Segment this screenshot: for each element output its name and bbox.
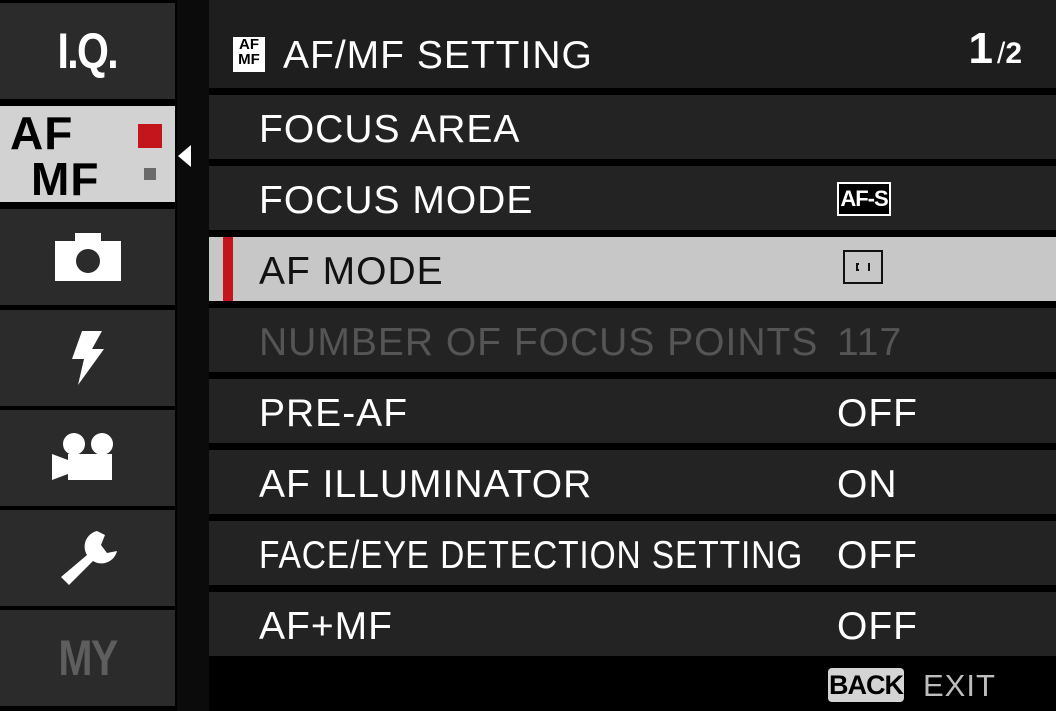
exit-label: EXIT — [923, 668, 996, 703]
tab-movie[interactable] — [0, 410, 175, 506]
menu-item-focus-area[interactable]: FOCUS AREA — [209, 95, 1056, 159]
single-point-af-icon — [843, 250, 883, 284]
menu-item-value: OFF — [837, 392, 918, 435]
title-icon-af: AF — [239, 36, 259, 53]
back-button[interactable]: BACK — [828, 668, 904, 702]
page-indicator: 1/2 — [968, 24, 1022, 74]
tab-setup[interactable] — [0, 510, 175, 606]
menu-item-label: AF MODE — [259, 250, 444, 293]
tab-af-label: AF — [10, 107, 74, 159]
tab-my-menu-label: MY — [58, 630, 118, 686]
menu-item-af-plus-mf[interactable]: AF+MF OFF — [209, 592, 1056, 656]
menu-item-value: OFF — [837, 605, 918, 648]
camera-icon — [54, 233, 121, 281]
menu-item-label: NUMBER OF FOCUS POINTS — [259, 321, 819, 364]
page-total: 2 — [1005, 37, 1022, 70]
menu-item-value: OFF — [837, 534, 918, 577]
menu-item-af-illuminator[interactable]: AF ILLUMINATOR ON — [209, 450, 1056, 514]
movie-camera-icon — [51, 433, 113, 480]
menu-item-focus-mode[interactable]: FOCUS MODE AF-S — [209, 166, 1056, 230]
menu-item-label: FOCUS MODE — [259, 179, 534, 222]
tab-shooting[interactable] — [0, 209, 175, 305]
menu-item-label: AF ILLUMINATOR — [259, 463, 593, 506]
menu-item-label: AF+MF — [259, 605, 393, 648]
menu-item-pre-af[interactable]: PRE-AF OFF — [209, 379, 1056, 443]
menu-item-label: FOCUS AREA — [259, 108, 521, 151]
inactive-page-indicator — [144, 168, 156, 180]
wrench-icon — [60, 531, 117, 585]
selection-marker — [223, 237, 233, 301]
menu-item-value: ON — [837, 463, 898, 506]
menu-item-label: FACE/EYE DETECTION SETTING — [259, 534, 804, 577]
af-mf-title-icon: AF MF — [233, 37, 265, 72]
menu-item-face-eye-detection[interactable]: FACE/EYE DETECTION SETTING OFF — [209, 521, 1056, 585]
tab-image-quality[interactable]: I.Q. — [0, 3, 175, 99]
tab-my-menu[interactable]: MY — [0, 610, 175, 706]
tab-mf-label: MF — [31, 153, 100, 205]
title-bar: AF MF AF/MF SETTING 1/2 — [209, 0, 1056, 88]
menu-item-label: PRE-AF — [259, 392, 409, 435]
sidebar: I.Q. AF MF MY — [0, 0, 191, 711]
menu-item-number-of-focus-points: NUMBER OF FOCUS POINTS 117 — [209, 308, 1056, 372]
menu-item-af-mode[interactable]: AF MODE — [209, 237, 1056, 301]
active-page-indicator — [138, 124, 162, 148]
flash-icon — [71, 331, 104, 385]
tab-flash[interactable] — [0, 310, 175, 406]
af-s-badge-icon: AF-S — [837, 182, 891, 216]
title-icon-mf: MF — [238, 51, 260, 68]
menu-item-value: 117 — [837, 321, 903, 364]
menu-panel: AF MF AF/MF SETTING 1/2 FOCUS AREA FOCUS… — [209, 0, 1056, 711]
page-current: 1 — [968, 24, 993, 73]
footer: BACK EXIT — [209, 656, 1056, 711]
tab-image-quality-label: I.Q. — [57, 23, 119, 79]
active-tab-pointer — [178, 145, 191, 167]
page-title: AF/MF SETTING — [283, 34, 593, 77]
tab-af-mf[interactable]: AF MF — [0, 106, 175, 202]
